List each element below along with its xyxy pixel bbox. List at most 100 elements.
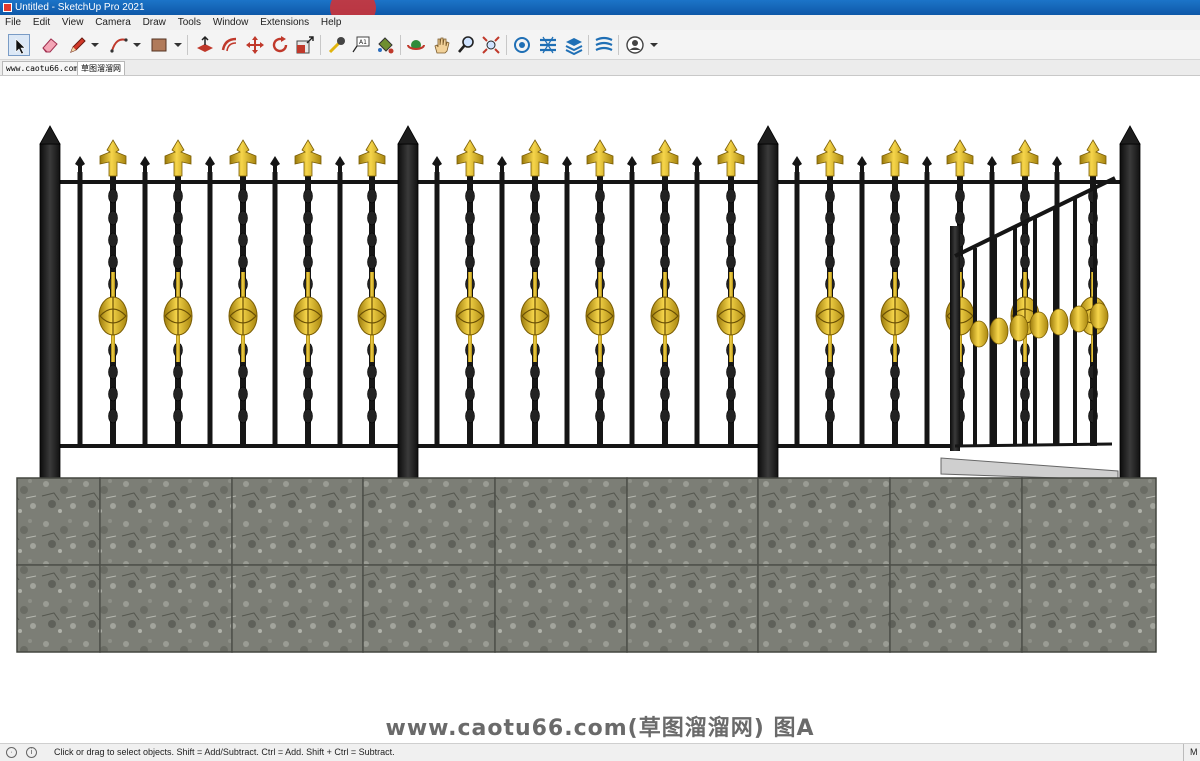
black-picket [75, 156, 85, 446]
black-picket [562, 156, 572, 446]
scale-tool[interactable] [294, 34, 316, 56]
fence-ironwork [39, 125, 1141, 481]
stone-block [626, 477, 759, 566]
gold-picket [357, 139, 387, 446]
black-picket [432, 156, 442, 446]
gold-picket [520, 139, 550, 446]
menu-draw[interactable]: Draw [143, 17, 166, 28]
drawing-viewport[interactable]: www.caotu66.com(草图溜溜网) 图A [0, 76, 1200, 742]
stone-block [757, 564, 891, 653]
info-icon[interactable]: i [26, 747, 37, 758]
stone-block [362, 477, 496, 566]
toolbar-divider [400, 35, 401, 55]
toolbar-divider [320, 35, 321, 55]
gate-ornament [989, 317, 1009, 345]
arrow-cursor-icon [15, 38, 26, 55]
eraser-icon [42, 38, 58, 53]
geo-location-icon[interactable]: · [6, 747, 17, 758]
stone-block [889, 477, 1023, 566]
push-pull-icon [197, 35, 213, 52]
tab-scene-2[interactable]: 草图溜溜网 [77, 61, 125, 75]
rotate-tool[interactable] [269, 34, 291, 56]
menu-file[interactable]: File [5, 17, 21, 28]
menu-bar: File Edit View Camera Draw Tools Window … [0, 15, 1200, 30]
gold-picket [880, 139, 910, 446]
text-tool[interactable]: A1 [350, 34, 372, 56]
menu-edit[interactable]: Edit [33, 17, 50, 28]
black-picket [792, 156, 802, 446]
orbit-icon [407, 40, 425, 50]
fence-post [757, 125, 779, 481]
rectangle-icon [151, 38, 167, 52]
menu-window[interactable]: Window [213, 17, 249, 28]
toolbar-divider [588, 35, 589, 55]
stone-block [626, 564, 759, 653]
menu-extensions[interactable]: Extensions [260, 17, 309, 28]
stone-block [889, 564, 1023, 653]
stone-block [1021, 564, 1157, 653]
stone-wall [16, 477, 1157, 653]
extension-warehouse-tool[interactable] [537, 34, 559, 56]
move-tool[interactable] [244, 34, 266, 56]
toolbar-divider [618, 35, 619, 55]
paint-bucket-tool[interactable] [374, 34, 396, 56]
chevron-down-icon[interactable] [174, 43, 182, 47]
chevron-down-icon[interactable] [91, 43, 99, 47]
3d-warehouse-tool[interactable] [511, 34, 533, 56]
gold-picket [228, 139, 258, 446]
select-tool[interactable] [8, 34, 30, 56]
gate-ornament [1069, 305, 1089, 333]
rotate-icon [272, 36, 288, 53]
account-menu[interactable] [624, 34, 646, 56]
menu-camera[interactable]: Camera [95, 17, 131, 28]
tape-measure-tool[interactable] [326, 34, 348, 56]
menu-help[interactable]: Help [321, 17, 342, 28]
line-tool[interactable] [67, 34, 89, 56]
move-icon [246, 36, 264, 54]
gate-threshold [940, 457, 1119, 481]
toolbar-divider [187, 35, 188, 55]
extension-manager-tool[interactable] [593, 34, 615, 56]
zoom-tool[interactable] [455, 34, 477, 56]
scale-icon [296, 36, 314, 54]
shape-tool[interactable] [148, 34, 170, 56]
zoom-extents-tool[interactable] [480, 34, 502, 56]
chevron-down-icon[interactable] [133, 43, 141, 47]
push-pull-tool[interactable] [194, 34, 216, 56]
zoom-icon [458, 36, 474, 53]
svg-text:A1: A1 [359, 39, 367, 46]
black-picket [335, 156, 345, 446]
menu-tools[interactable]: Tools [178, 17, 201, 28]
gold-picket [716, 139, 746, 446]
stone-block [1021, 477, 1157, 566]
black-picket [205, 156, 215, 446]
gate-ornament [969, 320, 989, 348]
orbit-tool[interactable] [405, 34, 427, 56]
sketchup-logo-icon [3, 3, 12, 12]
stone-block [757, 477, 891, 566]
status-message: Click or drag to select objects. Shift =… [54, 747, 395, 757]
gate-bar [973, 248, 977, 446]
measurements-box[interactable]: M [1183, 744, 1200, 761]
fence-post [1119, 125, 1141, 481]
tab-scene-1[interactable]: www.caotu66.com [2, 61, 83, 75]
watermark-text: www.caotu66.com(草图溜溜网) 图A [385, 716, 815, 741]
menu-view[interactable]: View [62, 17, 84, 28]
pan-tool[interactable] [430, 34, 452, 56]
main-toolbar: A1 [0, 30, 1200, 60]
eraser-tool[interactable] [39, 34, 61, 56]
layers-icon [565, 38, 583, 56]
offset-tool[interactable] [219, 34, 241, 56]
arc-icon [110, 38, 128, 53]
zoom-extents-icon [482, 36, 500, 54]
stone-block [231, 564, 364, 653]
chevron-down-icon[interactable] [650, 43, 658, 47]
black-picket [270, 156, 280, 446]
extension-icon [540, 36, 556, 54]
status-bar: · i Click or drag to select objects. Shi… [0, 743, 1200, 761]
stone-block [16, 477, 101, 566]
arc-tool[interactable] [108, 34, 130, 56]
gate-ornament [1089, 302, 1109, 330]
layout-tool[interactable] [563, 34, 585, 56]
black-picket [922, 156, 932, 446]
